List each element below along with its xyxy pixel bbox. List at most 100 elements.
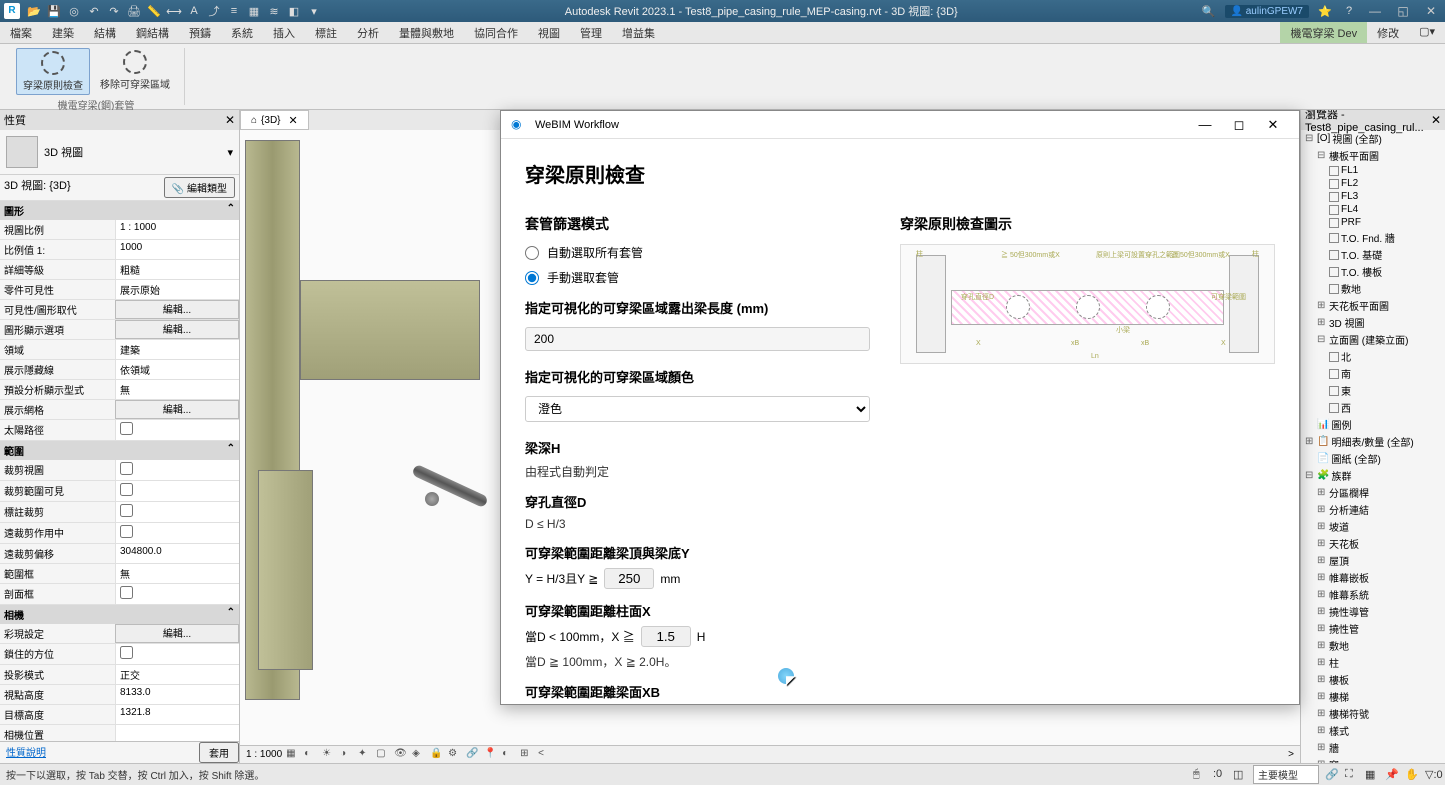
prop-analysis-value[interactable]: 無	[115, 380, 239, 399]
prop-sunpath-check[interactable]	[115, 420, 239, 440]
align-icon[interactable]: ≡	[226, 3, 242, 19]
radio-manual-select[interactable]: 手動選取套管	[525, 269, 870, 286]
sb-design-icon[interactable]: ◫	[1233, 768, 1247, 782]
tree-3d[interactable]: ⊞3D 視圖	[1301, 314, 1445, 331]
vc-temp-icon[interactable]: 🔒	[430, 748, 444, 762]
sync-icon[interactable]: ◎	[66, 3, 82, 19]
radio-auto-select[interactable]: 自動選取所有套管	[525, 244, 870, 261]
vc-style-icon[interactable]: ◐	[304, 748, 318, 762]
prop-parts-value[interactable]: 展示原始	[115, 280, 239, 299]
tab-manage[interactable]: 管理	[570, 22, 612, 43]
tree-level-prf[interactable]: PRF	[1301, 216, 1445, 229]
prop-section-check[interactable]	[115, 584, 239, 604]
vc-back-icon[interactable]: <	[538, 748, 552, 762]
properties-close-icon[interactable]: ✕	[225, 113, 235, 127]
dialog-close-button[interactable]: ✕	[1257, 114, 1289, 136]
tree-family-item[interactable]: ⊞窗	[1301, 756, 1445, 763]
prop-gd-button[interactable]: 編輯...	[115, 320, 239, 339]
tree-family-item[interactable]: ⊞分析連結	[1301, 501, 1445, 518]
tree-level-fl3[interactable]: FL3	[1301, 190, 1445, 203]
tree-family-item[interactable]: ⊞坡道	[1301, 518, 1445, 535]
view-tab-close-icon[interactable]: ✕	[289, 114, 298, 127]
measure-icon[interactable]: 📏	[146, 3, 162, 19]
prop-detail-value[interactable]: 粗糙	[115, 260, 239, 279]
vc-model-icon[interactable]: ▦	[286, 748, 300, 762]
text-icon[interactable]: A	[186, 3, 202, 19]
tree-family-item[interactable]: ⊞樓板	[1301, 671, 1445, 688]
check-rule-button[interactable]: 穿梁原則檢查	[16, 48, 90, 95]
browser-close-icon[interactable]: ✕	[1431, 113, 1441, 127]
thin-icon[interactable]: ≋	[266, 3, 282, 19]
prop-vg-button[interactable]: 編輯...	[115, 300, 239, 319]
tree-level-fl2[interactable]: FL2	[1301, 177, 1445, 190]
vc-analytical-icon[interactable]: ⚙	[448, 748, 462, 762]
tree-level-toslab[interactable]: T.O. 樓板	[1301, 263, 1445, 280]
tab-precast[interactable]: 預鑄	[179, 22, 221, 43]
prop-eye-value[interactable]: 8133.0	[115, 685, 239, 704]
tab-collab[interactable]: 協同合作	[464, 22, 528, 43]
prop-render-button[interactable]: 編輯...	[115, 624, 239, 643]
remove-region-button[interactable]: 移除可穿梁區域	[94, 48, 176, 95]
favorite-icon[interactable]: ⭐	[1317, 3, 1333, 19]
prop-target-value[interactable]: 1321.8	[115, 705, 239, 724]
close-button[interactable]: ✕	[1421, 4, 1441, 18]
sb-filter-icon[interactable]: ▽:0	[1425, 768, 1439, 782]
search-icon[interactable]: 🔍	[1201, 3, 1217, 19]
tree-level-tofnd[interactable]: T.O. Fnd. 牆	[1301, 229, 1445, 246]
open-icon[interactable]: 📂	[26, 3, 42, 19]
group-extents[interactable]: 範圍⌃	[0, 441, 239, 460]
tab-file[interactable]: 檔案	[0, 22, 42, 43]
ribbon-collapse-icon[interactable]: ▢▾	[1409, 22, 1445, 43]
tab-arch[interactable]: 建築	[42, 22, 84, 43]
tree-sheets[interactable]: 📄 圖紙 (全部)	[1301, 450, 1445, 467]
tab-annotate[interactable]: 標註	[305, 22, 347, 43]
tab-analyze[interactable]: 分析	[347, 22, 389, 43]
vc-hide-icon[interactable]: 👁	[394, 748, 408, 762]
section-icon[interactable]: ▦	[246, 3, 262, 19]
tree-level-tofooting[interactable]: T.O. 基礎	[1301, 246, 1445, 263]
tab-custom-mep[interactable]: 機電穿梁 Dev	[1280, 22, 1367, 43]
sb-drag-icon[interactable]: ✋	[1405, 768, 1419, 782]
save-icon[interactable]: 💾	[46, 3, 62, 19]
prop-hidden-value[interactable]: 依領域	[115, 360, 239, 379]
tree-family-item[interactable]: ⊞樓梯	[1301, 688, 1445, 705]
tree-schedules[interactable]: ⊞📋 明細表/數量 (全部)	[1301, 433, 1445, 450]
tab-modify[interactable]: 修改	[1367, 22, 1409, 43]
tab-insert[interactable]: 插入	[263, 22, 305, 43]
tree-family-item[interactable]: ⊞分區欄桿	[1301, 484, 1445, 501]
prop-showgrid-button[interactable]: 編輯...	[115, 400, 239, 419]
vc-link-icon[interactable]: 🔗	[466, 748, 480, 762]
tree-family-item[interactable]: ⊞撓性導管	[1301, 603, 1445, 620]
dialog-maximize-button[interactable]: ◻	[1223, 114, 1255, 136]
prop-campos-value[interactable]	[115, 725, 239, 741]
tree-elev-s[interactable]: 南	[1301, 365, 1445, 382]
x-input[interactable]	[641, 626, 691, 647]
redo-icon[interactable]: ↷	[106, 3, 122, 19]
tree-family-item[interactable]: ⊞撓性管	[1301, 620, 1445, 637]
print-icon[interactable]: 🖨	[126, 3, 142, 19]
properties-apply-button[interactable]: 套用	[199, 742, 239, 763]
dialog-minimize-button[interactable]: —	[1189, 114, 1221, 136]
vc-sun-icon[interactable]: ☀	[322, 748, 336, 762]
help-icon[interactable]: ?	[1341, 3, 1357, 19]
tree-legends[interactable]: 📊 圖例	[1301, 416, 1445, 433]
tree-level-fl1[interactable]: FL1	[1301, 164, 1445, 177]
tree-family-item[interactable]: ⊞天花板	[1301, 535, 1445, 552]
tab-addins[interactable]: 增益集	[612, 22, 665, 43]
user-badge[interactable]: 👤 aulinGPEW7	[1225, 5, 1309, 18]
tree-floor-plans[interactable]: ⊟樓板平面圖	[1301, 147, 1445, 164]
close-hidden-icon[interactable]: ◧	[286, 3, 302, 19]
tree-family-item[interactable]: ⊞牆	[1301, 739, 1445, 756]
dim-icon[interactable]: ⟷	[166, 3, 182, 19]
tree-family-item[interactable]: ⊞柱	[1301, 654, 1445, 671]
tree-ceiling[interactable]: ⊞天花板平面圖	[1301, 297, 1445, 314]
type-dropdown-icon[interactable]: ▾	[227, 146, 233, 159]
view-tab-3d[interactable]: ⌂ {3D} ✕	[240, 110, 309, 130]
sb-select-icon[interactable]: 🖱	[1193, 768, 1207, 782]
tab-massing[interactable]: 量體與敷地	[389, 22, 464, 43]
tab-steel[interactable]: 鋼結構	[126, 22, 179, 43]
prop-annocrop-check[interactable]	[115, 502, 239, 522]
group-camera[interactable]: 相機⌃	[0, 605, 239, 624]
tab-struct[interactable]: 結構	[84, 22, 126, 43]
tree-elev-e[interactable]: 東	[1301, 382, 1445, 399]
